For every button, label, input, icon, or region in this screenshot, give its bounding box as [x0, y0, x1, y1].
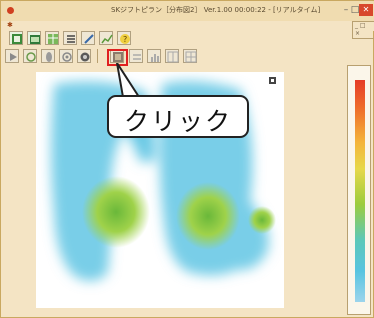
main-toolbar: ?	[1, 31, 374, 47]
open-file-icon	[30, 35, 40, 44]
toolbar-separator	[97, 49, 98, 63]
table-button[interactable]	[45, 31, 59, 45]
app-window: SKジフトピラン［分布図2］ Ver.1.00 00:00:22 - [リアルタ…	[0, 0, 374, 318]
split-view-icon	[167, 51, 179, 63]
play-icon	[10, 53, 17, 61]
camera-icon	[80, 52, 90, 62]
grid-icon	[185, 51, 197, 63]
title-bar: SKジフトピラン［分布図2］ Ver.1.00 00:00:22 - [リアルタ…	[1, 1, 374, 21]
cycle-button[interactable]	[59, 49, 73, 63]
bar-chart-button[interactable]	[147, 49, 161, 63]
cycle-icon	[62, 52, 72, 62]
table-icon	[48, 34, 58, 44]
pen-icon	[84, 34, 94, 44]
list-button[interactable]	[63, 31, 77, 45]
help-button[interactable]: ?	[117, 31, 131, 45]
bar-chart-icon	[151, 54, 159, 62]
click-callout: クリック	[107, 95, 249, 138]
camera-button[interactable]	[77, 49, 91, 63]
view-toolbar	[1, 49, 374, 65]
chart-icon	[101, 34, 113, 44]
grid-view-icon	[12, 34, 22, 44]
rotate-icon	[26, 52, 36, 62]
close-button[interactable]: ✕	[359, 4, 373, 16]
menu-marker[interactable]: ✱	[7, 21, 13, 29]
grid-view-button[interactable]	[9, 31, 23, 45]
canvas-corner-marker[interactable]	[269, 77, 276, 84]
window-title: SKジフトピラン［分布図2］ Ver.1.00 00:00:22 - [リアルタ…	[111, 6, 321, 14]
split-view-button[interactable]	[165, 49, 179, 63]
equalize-icon	[133, 54, 141, 60]
grid-button[interactable]	[183, 49, 197, 63]
foot-icon	[46, 52, 52, 62]
list-icon	[67, 35, 75, 43]
callout-pointer	[116, 63, 140, 98]
equalize-button[interactable]	[129, 49, 143, 63]
app-icon	[7, 7, 14, 14]
color-scale-panel	[347, 65, 371, 315]
callout-text: クリック	[123, 107, 232, 136]
foot-button[interactable]	[41, 49, 55, 63]
svg-text:?: ?	[123, 35, 127, 44]
chart-button[interactable]	[99, 31, 113, 45]
pen-button[interactable]	[81, 31, 95, 45]
menu-bar: ✱ _ □ ×	[1, 21, 374, 39]
help-icon: ?	[120, 34, 130, 44]
play-button[interactable]	[5, 49, 19, 63]
color-scale-bar	[355, 80, 365, 302]
rotate-button[interactable]	[23, 49, 37, 63]
open-file-button[interactable]	[27, 31, 41, 45]
